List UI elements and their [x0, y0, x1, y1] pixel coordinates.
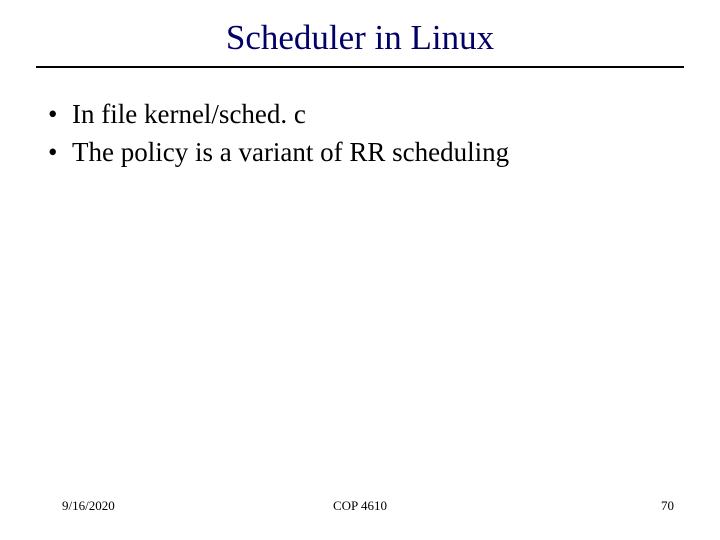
bullet-list: In file kernel/sched. c The policy is a …: [44, 96, 676, 172]
bullet-item: In file kernel/sched. c: [44, 96, 676, 134]
footer-date: 9/16/2020: [62, 498, 115, 514]
slide-footer: 9/16/2020 COP 4610 70: [0, 498, 720, 514]
slide-content: In file kernel/sched. c The policy is a …: [0, 68, 720, 172]
footer-page: 70: [661, 498, 674, 514]
footer-course: COP 4610: [333, 498, 387, 514]
slide-container: Scheduler in Linux In file kernel/sched.…: [0, 0, 720, 540]
slide-title: Scheduler in Linux: [0, 18, 720, 58]
bullet-item: The policy is a variant of RR scheduling: [44, 134, 676, 172]
